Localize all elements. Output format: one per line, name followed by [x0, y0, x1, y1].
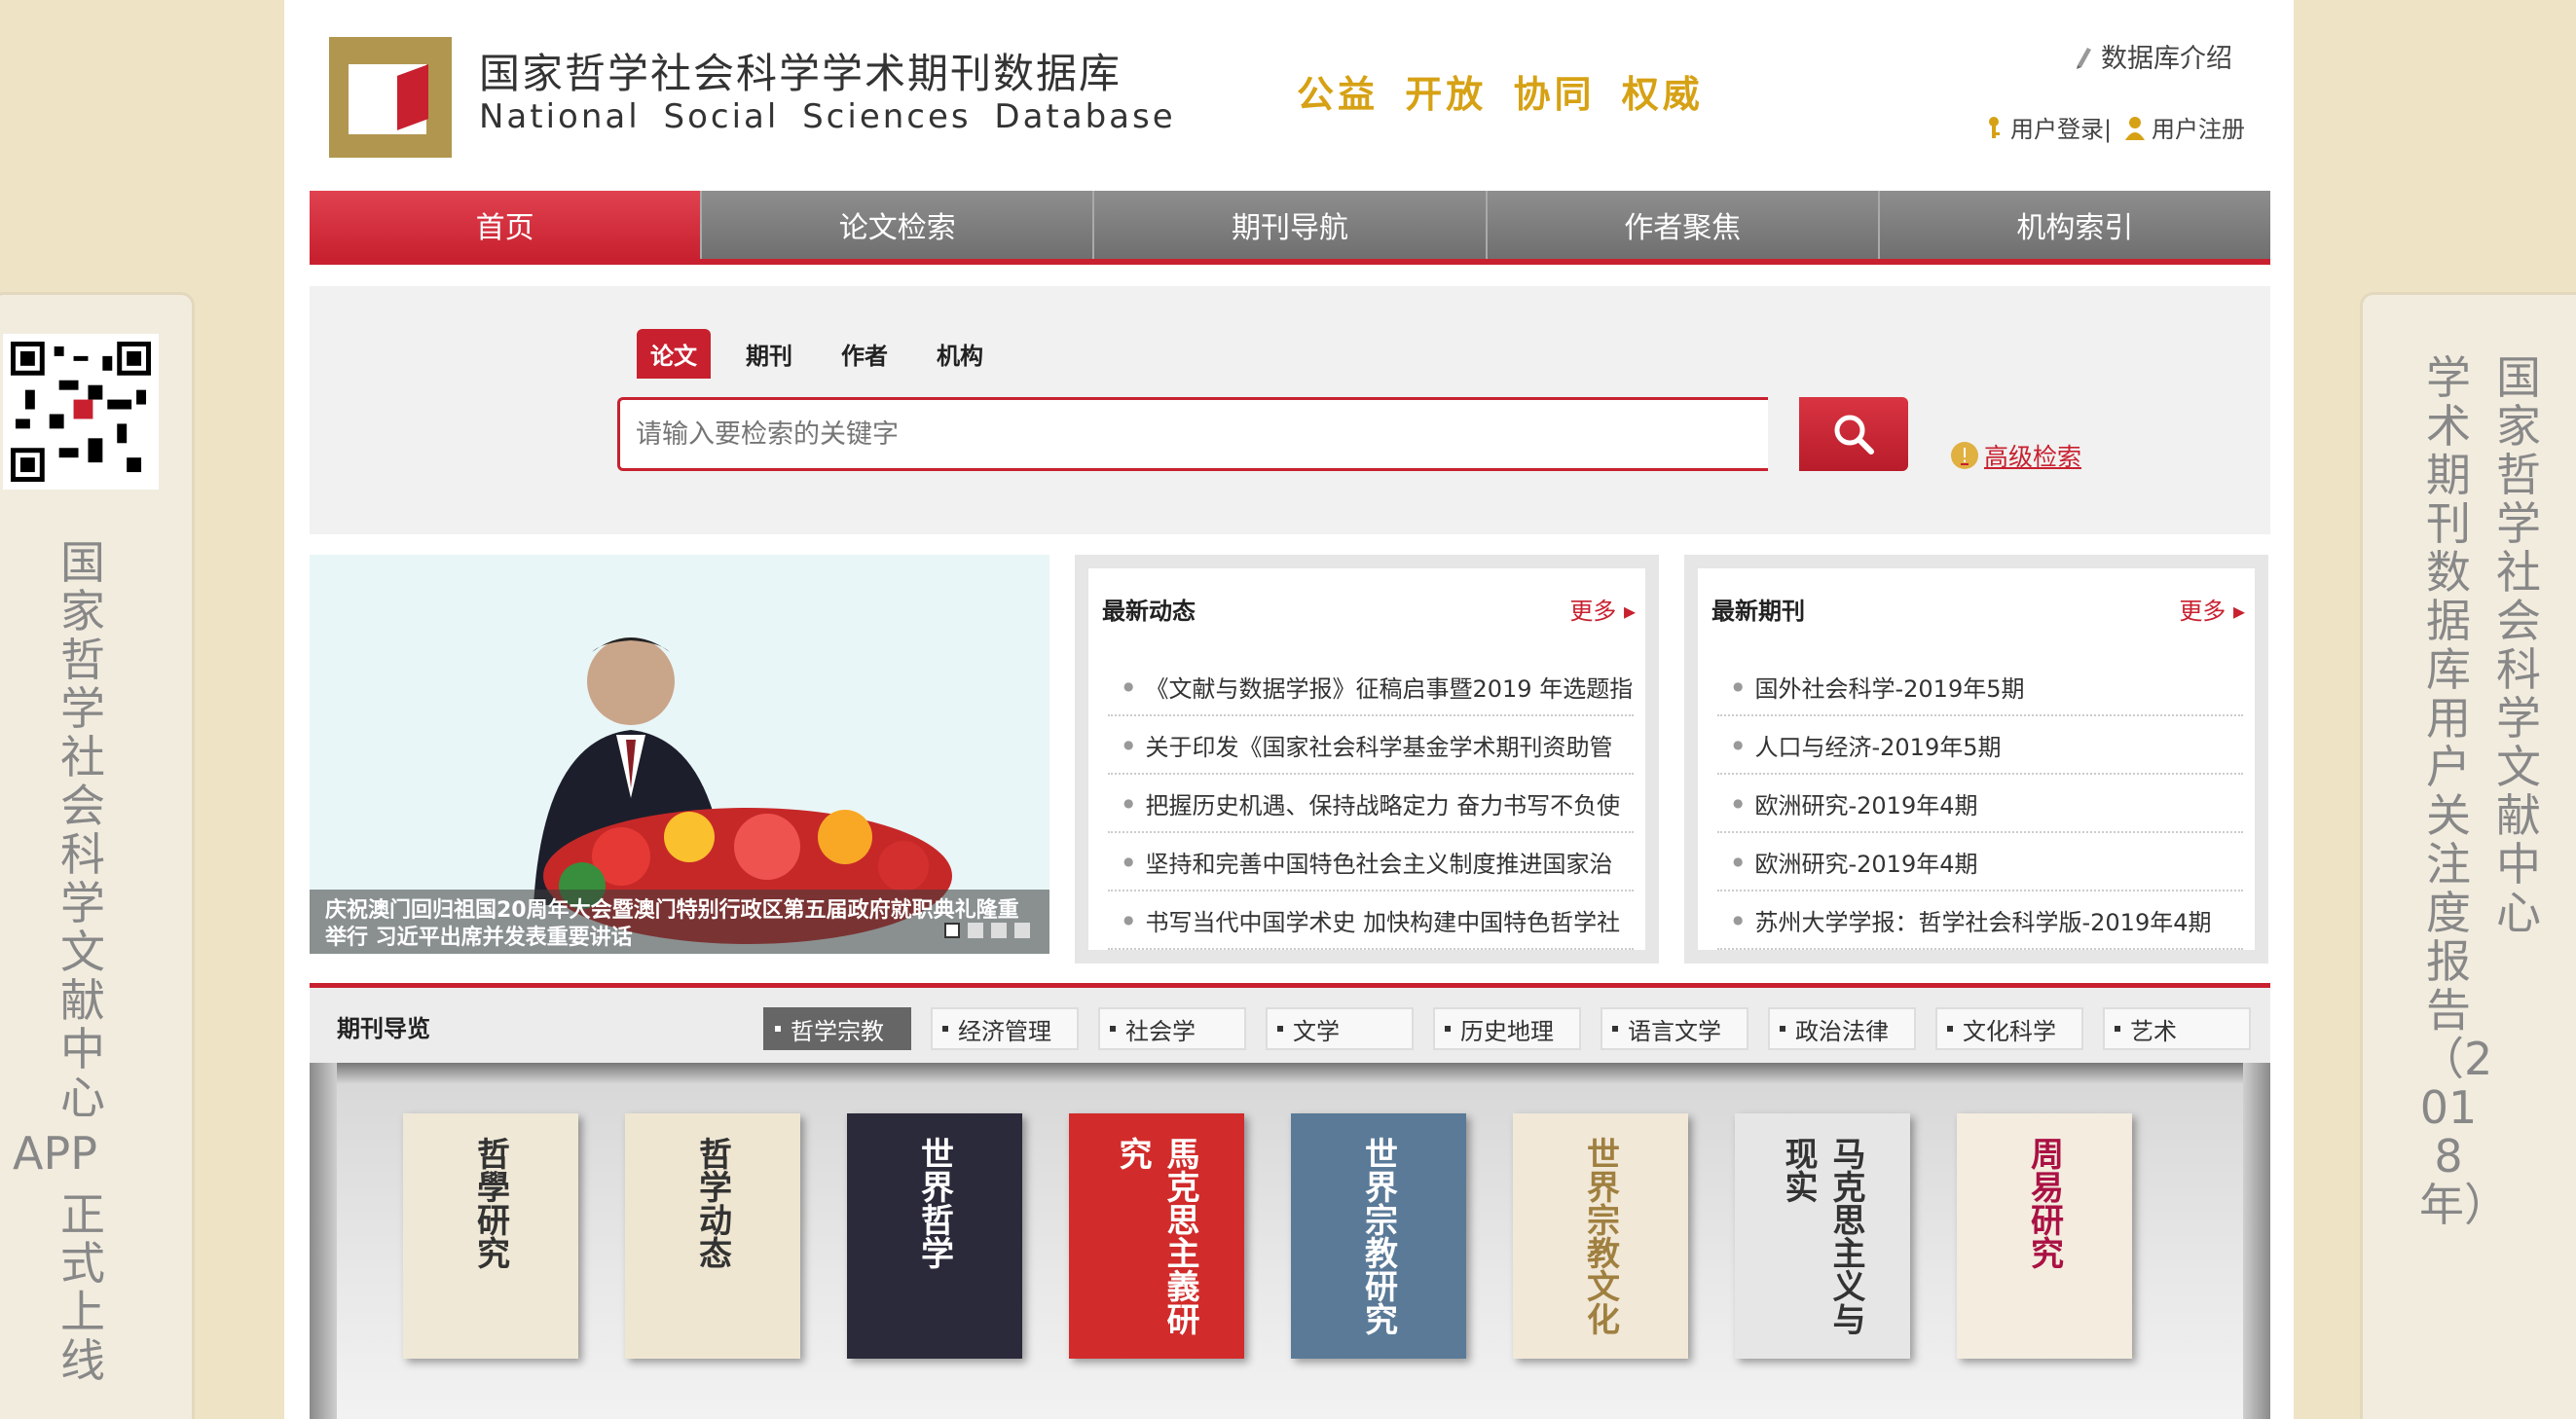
news-item[interactable]: 关于印发《国家社会科学基金学术期刊资助管	[1108, 716, 1634, 775]
category-tab[interactable]: 社会学	[1098, 1007, 1246, 1050]
search-tab-paper[interactable]: 论文	[637, 329, 711, 379]
journals-more-link[interactable]: 更多 ▸	[2179, 592, 2245, 626]
journal-guide-title: 期刊导览	[337, 1015, 430, 1042]
journals-list: 国外社会科学-2019年5期 人口与经济-2019年5期 欧洲研究-2019年4…	[1717, 658, 2243, 950]
category-tab[interactable]: 文学	[1266, 1007, 1414, 1050]
journal-cover[interactable]: 馬克思主義研究	[1069, 1113, 1244, 1359]
right-side-banner[interactable]: 国家哲学社会科学文献中心 学术期刊数据库用户关注度报告（2018年）	[2360, 292, 2576, 1419]
journal-cover-title: 周易研究	[2024, 1137, 2064, 1269]
journal-cover[interactable]: 世界哲学	[847, 1113, 1022, 1359]
journal-guide-bar: 期刊导览 哲学宗教 经济管理 社会学 文学 历史地理 语言文学 政治法律 文化科…	[310, 983, 2270, 1063]
category-tab[interactable]: 哲学宗教	[763, 1007, 911, 1050]
site-slogan: 公益 开放 协同 权威	[1297, 73, 1704, 116]
qr-code-image	[3, 334, 159, 490]
news-item[interactable]: 坚持和完善中国特色社会主义制度推进国家治	[1108, 833, 1634, 891]
nav-author-focus[interactable]: 作者聚焦	[1487, 191, 1880, 259]
category-tab[interactable]: 历史地理	[1433, 1007, 1581, 1050]
category-tab[interactable]: 艺术	[2103, 1007, 2251, 1050]
journal-shelf: 哲學研究 哲学动态 世界哲学 馬克思主義研究 世界宗教研究 世界宗教文化 马克思…	[310, 1063, 2270, 1419]
main-container: 国家哲学社会科学学术期刊数据库 National Social Sciences…	[284, 0, 2294, 1419]
shelf-left-edge	[310, 1063, 337, 1419]
site-title-cn: 国家哲学社会科学学术期刊数据库	[479, 50, 1122, 97]
right-banner-line2: 学术期刊数据库用户关注度报告（2018年）	[2419, 351, 2509, 1231]
news-item[interactable]: 《文献与数据学报》征稿启事暨2019 年选题指	[1108, 658, 1634, 716]
journal-cover-title: 哲學研究	[470, 1137, 510, 1269]
side-banner-app: APP	[13, 1127, 97, 1180]
info-icon: !	[1951, 442, 1978, 469]
search-input[interactable]	[617, 397, 1768, 471]
journal-cover-title: 馬克思主義研究	[1113, 1137, 1199, 1335]
journal-cover-title: 世界哲学	[914, 1137, 954, 1269]
pencil-icon	[2077, 47, 2091, 69]
register-label: 用户注册	[2152, 116, 2245, 143]
site-title-en: National Social Sciences Database	[479, 97, 1176, 136]
key-icon	[1989, 116, 2000, 138]
right-banner-line1: 国家哲学社会科学文献中心	[2496, 351, 2541, 939]
journal-cover[interactable]: 周易研究	[1957, 1113, 2132, 1359]
banner-dot-4[interactable]	[1014, 923, 1030, 938]
logo-red-mark	[397, 64, 428, 130]
user-icon	[2125, 116, 2145, 140]
register-link[interactable]: 用户注册	[2124, 110, 2245, 144]
journal-item[interactable]: 国外社会科学-2019年5期	[1717, 658, 2243, 716]
side-banner-launch: 正式上线	[60, 1188, 105, 1387]
database-intro-label: 数据库介绍	[2101, 44, 2232, 74]
search-tab-journal[interactable]: 期刊	[732, 329, 806, 379]
category-tabs: 哲学宗教 经济管理 社会学 文学 历史地理 语言文学 政治法律 文化科学 艺术	[763, 1007, 2251, 1050]
latest-news-title: 最新动态	[1102, 598, 1196, 625]
news-item[interactable]: 书写当代中国学术史 加快构建中国特色哲学社	[1108, 891, 1634, 950]
journal-item[interactable]: 人口与经济-2019年5期	[1717, 716, 2243, 775]
site-logo[interactable]	[329, 37, 452, 158]
journal-cover[interactable]: 哲學研究	[403, 1113, 578, 1359]
category-tab[interactable]: 政治法律	[1768, 1007, 1916, 1050]
search-panel: 论文 期刊 作者 机构 ! 高级检索	[310, 286, 2270, 534]
news-item[interactable]: 把握历史机遇、保持战略定力 奋力书写不负使	[1108, 775, 1634, 833]
banner-dot-1[interactable]	[944, 923, 960, 938]
search-icon	[1834, 415, 1874, 455]
journal-item[interactable]: 欧洲研究-2019年4期	[1717, 775, 2243, 833]
search-tabs: 论文 期刊 作者 机构	[637, 329, 997, 379]
side-banner-text: 国家哲学社会科学文献中心	[60, 536, 105, 1124]
latest-news-panel: 最新动态 更多 ▸ 《文献与数据学报》征稿启事暨2019 年选题指 关于印发《国…	[1075, 555, 1659, 964]
news-list: 《文献与数据学报》征稿启事暨2019 年选题指 关于印发《国家社会科学基金学术期…	[1108, 658, 1634, 950]
journal-cover-title: 马克思主义与现实	[1779, 1137, 1865, 1335]
login-link[interactable]: 用户登录|	[1983, 110, 2112, 144]
advanced-search-link[interactable]: ! 高级检索	[1951, 438, 2081, 473]
nav-home[interactable]: 首页	[310, 191, 703, 259]
nav-journal-guide[interactable]: 期刊导航	[1094, 191, 1488, 259]
category-tab[interactable]: 语言文学	[1601, 1007, 1748, 1050]
journal-cover-title: 世界宗教研究	[1358, 1137, 1398, 1335]
banner-caption[interactable]: 庆祝澳门回归祖国20周年大会暨澳门特别行政区第五届政府就职典礼隆重举行 习近平出…	[310, 890, 1049, 954]
search-tab-author[interactable]: 作者	[828, 329, 902, 379]
category-tab[interactable]: 文化科学	[1935, 1007, 2083, 1050]
shelf-right-edge	[2243, 1063, 2270, 1419]
database-intro-link[interactable]: 数据库介绍	[2074, 37, 2232, 75]
site-header: 国家哲学社会科学学术期刊数据库 National Social Sciences…	[284, 0, 2294, 190]
latest-journals-title: 最新期刊	[1711, 598, 1805, 625]
journal-cover[interactable]: 世界宗教研究	[1291, 1113, 1466, 1359]
left-side-banner[interactable]: 国家哲学社会科学文献中心 APP 正式上线	[0, 292, 195, 1419]
journal-cover[interactable]: 马克思主义与现实	[1735, 1113, 1910, 1359]
search-button[interactable]	[1799, 397, 1908, 471]
news-banner[interactable]: 庆祝澳门回归祖国20周年大会暨澳门特别行政区第五届政府就职典礼隆重举行 习近平出…	[310, 555, 1049, 954]
journal-cover-title: 世界宗教文化	[1580, 1137, 1620, 1335]
banner-dot-2[interactable]	[968, 923, 983, 938]
advanced-search-label: 高级检索	[1984, 443, 2082, 471]
banner-pagination	[944, 923, 1030, 938]
journal-item[interactable]: 欧洲研究-2019年4期	[1717, 833, 2243, 891]
banner-dot-3[interactable]	[991, 923, 1007, 938]
qr-code-icon	[11, 342, 151, 482]
category-tab[interactable]: 经济管理	[931, 1007, 1079, 1050]
journal-cover-title: 哲学动态	[692, 1137, 732, 1269]
search-tab-institution[interactable]: 机构	[923, 329, 997, 379]
journal-item[interactable]: 苏州大学学报：哲学社会科学版-2019年4期	[1717, 891, 2243, 950]
journal-cover[interactable]: 哲学动态	[625, 1113, 800, 1359]
main-nav: 首页 论文检索 期刊导航 作者聚焦 机构索引	[310, 191, 2271, 265]
login-label: 用户登录|	[2010, 116, 2113, 143]
nav-paper-search[interactable]: 论文检索	[702, 191, 1095, 259]
latest-journals-panel: 最新期刊 更多 ▸ 国外社会科学-2019年5期 人口与经济-2019年5期 欧…	[1684, 555, 2268, 964]
news-more-link[interactable]: 更多 ▸	[1569, 592, 1636, 626]
nav-institution-index[interactable]: 机构索引	[1879, 191, 2271, 259]
journal-cover[interactable]: 世界宗教文化	[1513, 1113, 1688, 1359]
